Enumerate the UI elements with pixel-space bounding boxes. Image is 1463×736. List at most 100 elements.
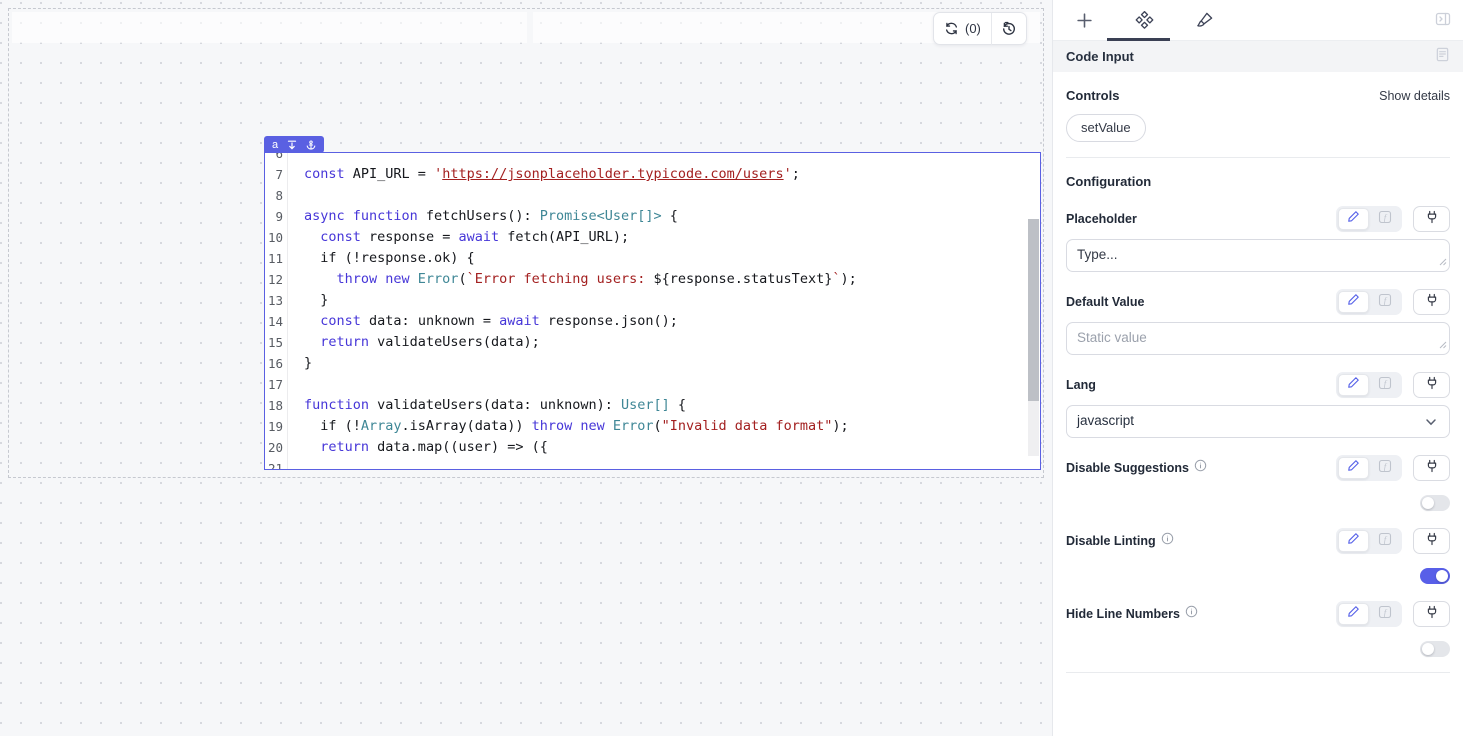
pencil-mode-button[interactable] — [1338, 603, 1369, 625]
svg-text:f: f — [1383, 295, 1387, 305]
tab-insert-plus[interactable] — [1074, 10, 1094, 30]
config-field — [1066, 568, 1450, 584]
default-value-input[interactable]: Static value — [1066, 322, 1450, 355]
edit-mode-segmented-control: f — [1336, 455, 1402, 481]
canvas-drop-zone-left — [12, 12, 527, 43]
pencil-icon — [1347, 532, 1360, 550]
code-line: 18function validateUsers(data: unknown):… — [265, 395, 1040, 416]
config-row-lang: Lang — [1066, 372, 1450, 438]
config-field: Static value — [1066, 322, 1450, 355]
style-brush-icon — [1195, 11, 1214, 30]
refresh-button[interactable]: (0) — [934, 21, 991, 36]
section-divider — [1066, 672, 1450, 673]
placeholder-input[interactable]: Type... — [1066, 239, 1450, 272]
function-mode-button[interactable]: f — [1369, 457, 1400, 479]
line-number: 17 — [265, 374, 288, 395]
code-line: 9async function fetchUsers(): Promise<Us… — [265, 206, 1040, 227]
line-number: 9 — [265, 206, 288, 227]
function-icon: f — [1378, 532, 1392, 551]
tab-style[interactable] — [1194, 10, 1214, 30]
config-field — [1066, 495, 1450, 511]
controls-title: Controls — [1066, 88, 1119, 103]
history-button[interactable] — [992, 21, 1026, 37]
configuration-rows: Placeholder — [1066, 206, 1450, 657]
collapse-panel-icon[interactable] — [1435, 11, 1451, 32]
bind-data-button[interactable] — [1413, 206, 1450, 232]
info-icon[interactable] — [1194, 459, 1207, 477]
show-details-link[interactable]: Show details — [1379, 89, 1450, 103]
code-line: 15 return validateUsers(data); — [265, 332, 1040, 353]
bind-data-button[interactable] — [1413, 289, 1450, 315]
pencil-mode-button[interactable] — [1338, 530, 1369, 552]
editor-scrollbar-thumb[interactable] — [1028, 219, 1039, 401]
bind-data-button[interactable] — [1413, 372, 1450, 398]
selected-value: javascript — [1077, 413, 1134, 428]
pencil-mode-button[interactable] — [1338, 208, 1369, 230]
config-label: Default Value — [1066, 295, 1145, 309]
code-line: 7const API_URL = 'https://jsonplaceholde… — [265, 164, 1040, 185]
properties-panel: Code Input Controls Show details setValu… — [1052, 0, 1463, 736]
edit-mode-segmented-control: f — [1336, 528, 1402, 554]
pencil-mode-button[interactable] — [1338, 457, 1369, 479]
line-number: 11 — [265, 248, 288, 269]
lang-select[interactable]: javascript — [1066, 405, 1450, 438]
function-icon: f — [1378, 459, 1392, 478]
config-label: Placeholder — [1066, 212, 1137, 226]
bind-data-button[interactable] — [1413, 601, 1450, 627]
line-number: 16 — [265, 353, 288, 374]
plug-icon — [1425, 459, 1439, 478]
editor-canvas[interactable]: (0) a — [0, 0, 1052, 736]
config-field: Type... — [1066, 239, 1450, 272]
pencil-mode-button[interactable] — [1338, 374, 1369, 396]
component-name-badge[interactable]: a — [264, 136, 324, 153]
disable-linting-toggle[interactable] — [1420, 568, 1450, 584]
component-title: Code Input — [1066, 49, 1134, 64]
hide-line-numbers-toggle[interactable] — [1420, 641, 1450, 657]
function-mode-button[interactable]: f — [1369, 208, 1400, 230]
section-divider — [1066, 157, 1450, 158]
bind-data-button[interactable] — [1413, 455, 1450, 481]
anchor-icon[interactable] — [306, 140, 316, 150]
setvalue-control-chip[interactable]: setValue — [1066, 114, 1146, 142]
config-row-default-value: Default Value — [1066, 289, 1450, 355]
pencil-icon — [1347, 459, 1360, 477]
code-line: 17 — [265, 374, 1040, 395]
resize-handle-icon[interactable] — [1438, 254, 1447, 269]
bind-data-button[interactable] — [1413, 528, 1450, 554]
line-number: 12 — [265, 269, 288, 290]
function-mode-button[interactable]: f — [1369, 530, 1400, 552]
line-number: 20 — [265, 437, 288, 458]
plus-icon — [1076, 12, 1093, 29]
pencil-icon — [1347, 376, 1360, 394]
info-icon[interactable] — [1161, 532, 1174, 550]
config-label: Disable Linting — [1066, 534, 1156, 548]
tab-properties[interactable] — [1134, 10, 1154, 30]
code-line: 8 — [265, 185, 1040, 206]
canvas-toolbar: (0) — [933, 12, 1027, 45]
code-line: 12 throw new Error(`Error fetching users… — [265, 269, 1040, 290]
field-text: Type... — [1077, 247, 1118, 262]
svg-text:f: f — [1383, 534, 1387, 544]
info-icon[interactable] — [1185, 605, 1198, 623]
resize-handle-icon[interactable] — [1438, 337, 1447, 352]
code-editor[interactable]: 67const API_URL = 'https://jsonplacehold… — [265, 153, 1040, 469]
pencil-mode-button[interactable] — [1338, 291, 1369, 313]
config-label: Lang — [1066, 378, 1096, 392]
pencil-icon — [1347, 293, 1360, 311]
plug-icon — [1425, 532, 1439, 551]
config-row-disable-linting: Disable Linting — [1066, 528, 1450, 584]
function-mode-button[interactable]: f — [1369, 291, 1400, 313]
plug-icon — [1425, 376, 1439, 395]
refresh-count: (0) — [965, 21, 981, 36]
function-mode-button[interactable]: f — [1369, 374, 1400, 396]
disable-suggestions-toggle[interactable] — [1420, 495, 1450, 511]
function-mode-button[interactable]: f — [1369, 603, 1400, 625]
function-icon: f — [1378, 376, 1392, 395]
configuration-section: Configuration Placeholder — [1053, 174, 1463, 673]
plug-icon — [1425, 210, 1439, 229]
code-input-component[interactable]: a 67const API_URL = 'https://jsonplaceho… — [264, 152, 1041, 470]
line-number: 6 — [265, 153, 288, 164]
doc-list-icon[interactable] — [1435, 47, 1450, 67]
config-field: javascript — [1066, 405, 1450, 438]
arrow-down-to-bar-icon[interactable] — [287, 140, 297, 150]
